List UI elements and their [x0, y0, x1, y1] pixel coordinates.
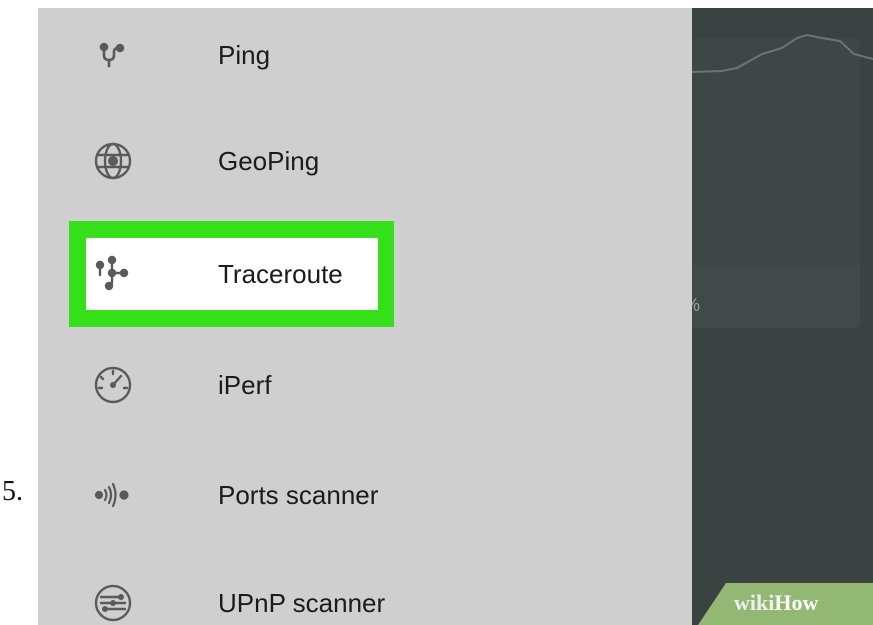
menu-item-label: Ping	[218, 40, 271, 70]
background-card-footer	[692, 266, 860, 328]
menu-item-iperf[interactable]: iPerf	[38, 340, 692, 430]
menu-item-upnp-scanner[interactable]: UPnP scanner	[38, 558, 692, 625]
menu-item-ping[interactable]: Ping	[38, 10, 692, 100]
step-number: 5.	[2, 476, 23, 507]
menu-item-label: UPnP scanner	[218, 588, 386, 618]
watermark-text: wikiHow	[734, 590, 819, 615]
upnp-icon	[91, 581, 135, 625]
menu-item-label: Traceroute	[218, 259, 343, 289]
menu-item-label: GeoPing	[218, 146, 320, 176]
app-screenshot: % Ping GeoPing Traceroute iPerf Ports sc…	[38, 8, 873, 625]
wikihow-watermark: wikiHow	[698, 583, 873, 625]
menu-item-label: Ports scanner	[218, 480, 379, 510]
menu-item-geoping[interactable]: GeoPing	[38, 116, 692, 206]
menu-item-traceroute[interactable]: Traceroute	[38, 229, 692, 319]
menu-item-ports-scanner[interactable]: Ports scanner	[38, 450, 692, 540]
speedometer-icon	[91, 363, 135, 407]
ping-icon	[91, 33, 135, 77]
globe-icon	[91, 139, 135, 183]
traceroute-icon	[91, 252, 135, 296]
background-chart-line	[692, 33, 873, 73]
ports-scanner-icon	[91, 473, 135, 517]
menu-item-label: iPerf	[218, 370, 272, 400]
navigation-drawer: Ping GeoPing Traceroute iPerf Ports scan…	[38, 8, 692, 625]
